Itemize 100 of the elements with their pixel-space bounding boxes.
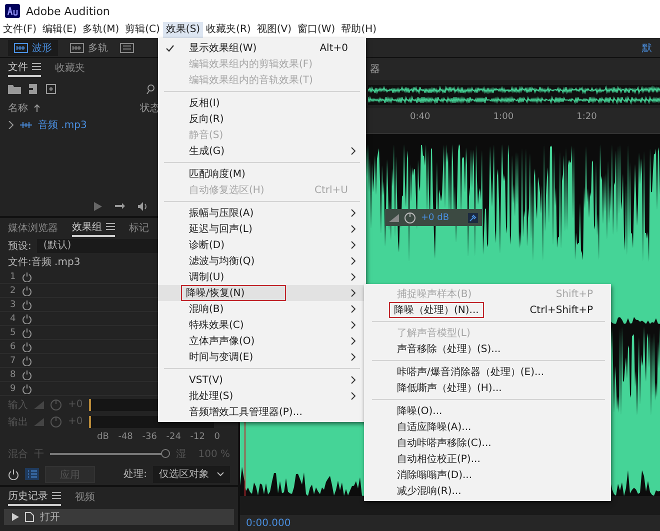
process-dropdown[interactable]: 仅选区对象	[153, 466, 230, 482]
power-icon[interactable]	[8, 468, 19, 480]
panel-tab[interactable]: 视频	[75, 490, 95, 504]
shortcut-label: Alt+0	[320, 42, 349, 54]
menu-item[interactable]: 显示效果组(W) Alt+0	[158, 40, 366, 56]
panel-tab[interactable]: 收藏夹	[55, 60, 85, 76]
menu-bar-item[interactable]: 文件(F)	[0, 22, 40, 38]
meter-scale-label: 0	[214, 432, 220, 444]
menu-bar-item[interactable]: 效果(S)	[162, 22, 204, 38]
menu-item[interactable]: 匹配响度(M)	[158, 166, 366, 182]
sort-arrow-icon	[34, 104, 40, 112]
power-icon[interactable]	[22, 300, 32, 310]
menu-item[interactable]: 振幅与压限(A)	[158, 205, 366, 221]
meter-scale-label: -24	[166, 432, 181, 444]
checkmark-icon	[166, 44, 174, 52]
slot-number: 1	[10, 272, 16, 282]
power-icon[interactable]	[22, 370, 32, 380]
power-icon[interactable]	[22, 272, 32, 282]
menu-item[interactable]: 声音移除（处理）(S)...	[366, 341, 611, 357]
panel-tab[interactable]: 媒体浏览器	[8, 220, 58, 236]
keyboard-icon[interactable]	[120, 42, 134, 52]
menu-icon[interactable]	[106, 223, 115, 230]
time-ruler-label: 1:20	[576, 112, 598, 122]
file-label: 文件:音频 .mp3	[8, 256, 80, 269]
editor-tab[interactable]: 器	[370, 62, 380, 76]
panel-tab[interactable]: 标记	[129, 220, 149, 236]
menu-item[interactable]: 延迟与回声(L)	[158, 221, 366, 237]
play-icon[interactable]	[94, 202, 102, 210]
power-icon[interactable]	[22, 342, 32, 352]
folder-icon[interactable]	[8, 84, 21, 94]
menu-item[interactable]: 自适应降噪(A)...	[366, 419, 611, 435]
menu-item[interactable]: 降噪（处理）(N)... Ctrl+Shift+P	[366, 302, 611, 318]
power-icon[interactable]	[22, 384, 32, 394]
menu-item[interactable]: 自动相位校正(P)...	[366, 451, 611, 467]
audio-file-icon	[20, 120, 32, 128]
meter-scale-label: -12	[190, 432, 205, 444]
multitrack-icon	[70, 42, 84, 52]
power-icon[interactable]	[22, 286, 32, 296]
menu-bar-item[interactable]: 窗口(W)	[294, 22, 338, 38]
menu-item[interactable]: 咔嗒声/爆音消除器（处理）(E)...	[366, 364, 611, 380]
slot-number: 4	[10, 314, 16, 324]
gain-value: +0 dB	[421, 212, 450, 222]
menu-bar-item[interactable]: 编辑(E)	[40, 22, 80, 38]
workspace-label[interactable]: 默	[642, 40, 652, 54]
time-ruler-label: 0:40	[410, 112, 432, 122]
menu-item[interactable]: 反相(I)	[158, 95, 366, 111]
meter-scale-label: -36	[142, 432, 157, 444]
menu-bar-item[interactable]: 多轨(M)	[80, 22, 122, 38]
panel-tab[interactable]: 效果组	[72, 220, 115, 236]
menu-bar-item[interactable]: 剪辑(C)	[122, 22, 163, 38]
menu-item[interactable]: 自动咔嗒声移除(C)...	[366, 435, 611, 451]
slot-number: 2	[10, 286, 16, 296]
menu-bar-item[interactable]: 帮助(H)	[338, 22, 380, 38]
menu-icon[interactable]	[52, 492, 61, 499]
menu-item[interactable]: 生成(G)	[158, 143, 366, 159]
multitrack-mode-button[interactable]: 多轨	[64, 40, 114, 56]
collapse-caret-icon[interactable]	[8, 120, 14, 128]
slot-number: 8	[10, 370, 16, 380]
chevron-down-icon	[217, 472, 224, 476]
play-icon	[12, 513, 19, 521]
new-file-icon[interactable]	[46, 84, 59, 94]
speaker-icon[interactable]	[137, 202, 148, 210]
file-name[interactable]: 音频 .mp3	[38, 118, 87, 132]
slot-number: 7	[10, 356, 16, 366]
menu-item[interactable]: 消除嗡嗡声(D)...	[366, 467, 611, 483]
meter-scale-label: -48	[118, 432, 133, 444]
time-display: 0:00.000	[246, 518, 291, 528]
pin-icon[interactable]	[468, 212, 478, 222]
waveform-icon	[14, 42, 28, 52]
chevron-right-icon	[351, 147, 356, 155]
column-header[interactable]: 名称	[8, 100, 28, 114]
list-icon[interactable]	[25, 468, 39, 480]
shortcut-label: Shift+P	[556, 288, 594, 300]
waveform-mode-button[interactable]: 波形	[8, 40, 58, 56]
power-icon[interactable]	[22, 356, 32, 366]
process-label: 处理:	[124, 468, 147, 481]
menu-item[interactable]: 音频增效工具管理器(P)...	[158, 404, 366, 420]
knob-icon[interactable]	[404, 212, 416, 224]
shortcut-label: Ctrl+Shift+P	[530, 304, 594, 316]
file-icon	[25, 512, 34, 522]
menu-bar-item[interactable]: 收藏夹(R)	[203, 22, 254, 38]
slot-number: 6	[10, 342, 16, 352]
app-logo-icon	[5, 4, 20, 18]
menu-item[interactable]: 滤波与均衡(Q)	[158, 253, 366, 269]
menu-item[interactable]: 降噪/恢复(N)	[158, 285, 366, 301]
menu-item[interactable]: 减少混响(R)...	[366, 483, 611, 499]
shortcut-label: Ctrl+U	[314, 184, 349, 196]
meter-scale-label: dB	[97, 432, 109, 444]
menu-bar-item[interactable]: 视图(V)	[254, 22, 294, 38]
menu-item[interactable]: 反向(R)	[158, 111, 366, 127]
menu-icon[interactable]	[32, 63, 41, 70]
slot-number: 5	[10, 328, 16, 338]
panel-tab[interactable]: 历史记录	[8, 488, 61, 506]
menu-item[interactable]: 降低嘶声（处理）(H)...	[366, 380, 611, 396]
power-icon[interactable]	[22, 314, 32, 324]
time-ruler-label: 1:00	[493, 112, 515, 122]
history-item[interactable]: 打开	[4, 509, 234, 525]
panel-tab[interactable]: 文件	[8, 60, 41, 76]
power-icon[interactable]	[22, 328, 32, 338]
menu-item[interactable]: 降噪(O)...	[366, 403, 611, 419]
